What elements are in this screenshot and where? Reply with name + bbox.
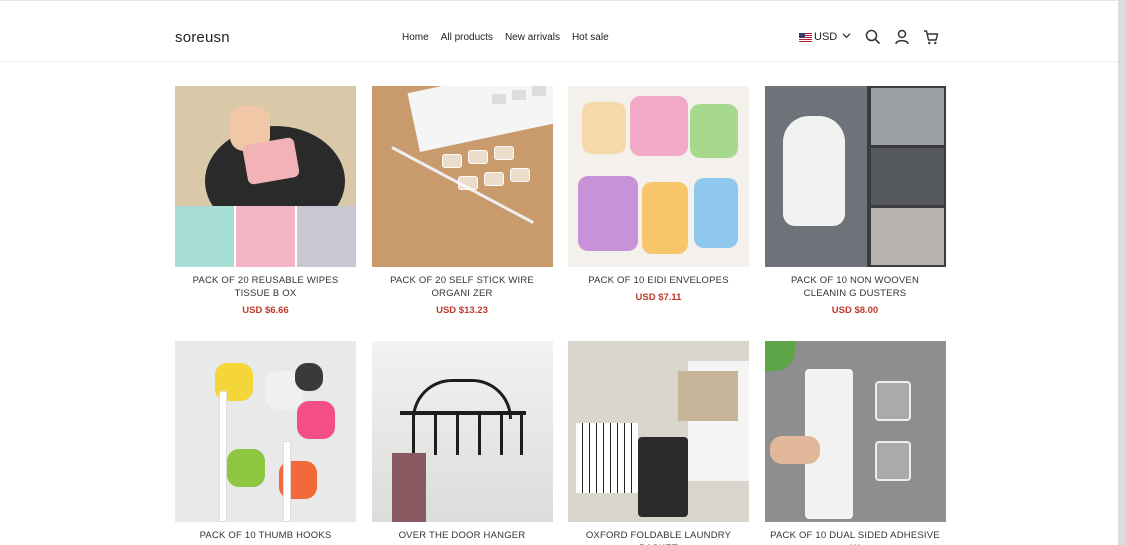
product-title[interactable]: PACK OF 20 SELF STICK WIRE ORGANI ZER: [372, 274, 553, 300]
product-card[interactable]: PACK OF 20 REUSABLE WIPES TISSUE B OX US…: [175, 86, 356, 316]
site-header: soreusn Home All products New arrivals H…: [0, 0, 1118, 62]
product-price: USD $7.11: [635, 292, 682, 303]
product-image[interactable]: [175, 86, 356, 267]
product-card[interactable]: PACK OF 10 NON WOOVEN CLEANIN G DUSTERS …: [764, 86, 946, 316]
product-image[interactable]: [568, 341, 749, 522]
nav-hot-sale[interactable]: Hot sale: [572, 32, 609, 43]
product-title[interactable]: PACK OF 10 NON WOOVEN CLEANIN G DUSTERS: [765, 274, 946, 300]
product-card[interactable]: PACK OF 10 EIDI ENVELOPES USD $7.11: [568, 86, 749, 303]
nav-all-products[interactable]: All products: [441, 32, 493, 43]
product-image[interactable]: [764, 341, 946, 522]
product-price: USD $6.66: [242, 305, 289, 316]
user-icon[interactable]: [894, 29, 910, 45]
product-title[interactable]: PACK OF 10 DUAL SIDED ADHESIVE W: [765, 529, 946, 545]
product-card[interactable]: PACK OF 10 THUMB HOOKS: [175, 341, 356, 542]
scrollbar[interactable]: [1118, 0, 1126, 545]
main-nav: Home All products New arrivals Hot sale: [402, 32, 609, 43]
product-image[interactable]: [764, 86, 946, 267]
store-logo[interactable]: soreusn: [175, 29, 230, 46]
product-image[interactable]: [371, 341, 553, 522]
cart-icon[interactable]: [923, 29, 939, 45]
product-title[interactable]: PACK OF 20 REUSABLE WIPES TISSUE B OX: [175, 274, 356, 300]
product-card[interactable]: OXFORD FOLDABLE LAUNDRY BASKET: [568, 341, 749, 545]
product-title[interactable]: PACK OF 10 EIDI ENVELOPES: [568, 274, 749, 287]
product-card[interactable]: OVER THE DOOR HANGER: [371, 341, 553, 542]
product-card[interactable]: PACK OF 10 DUAL SIDED ADHESIVE W: [764, 341, 946, 545]
product-image[interactable]: [175, 341, 356, 522]
currency-selector[interactable]: USD: [799, 31, 851, 43]
product-title[interactable]: PACK OF 10 THUMB HOOKS: [175, 529, 356, 542]
product-title[interactable]: OXFORD FOLDABLE LAUNDRY BASKET: [568, 529, 749, 545]
nav-new-arrivals[interactable]: New arrivals: [505, 32, 560, 43]
product-title[interactable]: OVER THE DOOR HANGER: [372, 529, 553, 542]
us-flag-icon: [799, 32, 812, 42]
product-image[interactable]: [371, 86, 553, 267]
search-icon[interactable]: [865, 29, 881, 45]
product-price: USD $13.23: [436, 305, 488, 316]
product-image[interactable]: [568, 86, 749, 267]
chevron-down-icon: [842, 31, 851, 43]
product-price: USD $8.00: [831, 305, 879, 316]
nav-home[interactable]: Home: [402, 32, 429, 43]
product-card[interactable]: PACK OF 20 SELF STICK WIRE ORGANI ZER US…: [371, 86, 553, 316]
currency-label: USD: [814, 31, 838, 43]
